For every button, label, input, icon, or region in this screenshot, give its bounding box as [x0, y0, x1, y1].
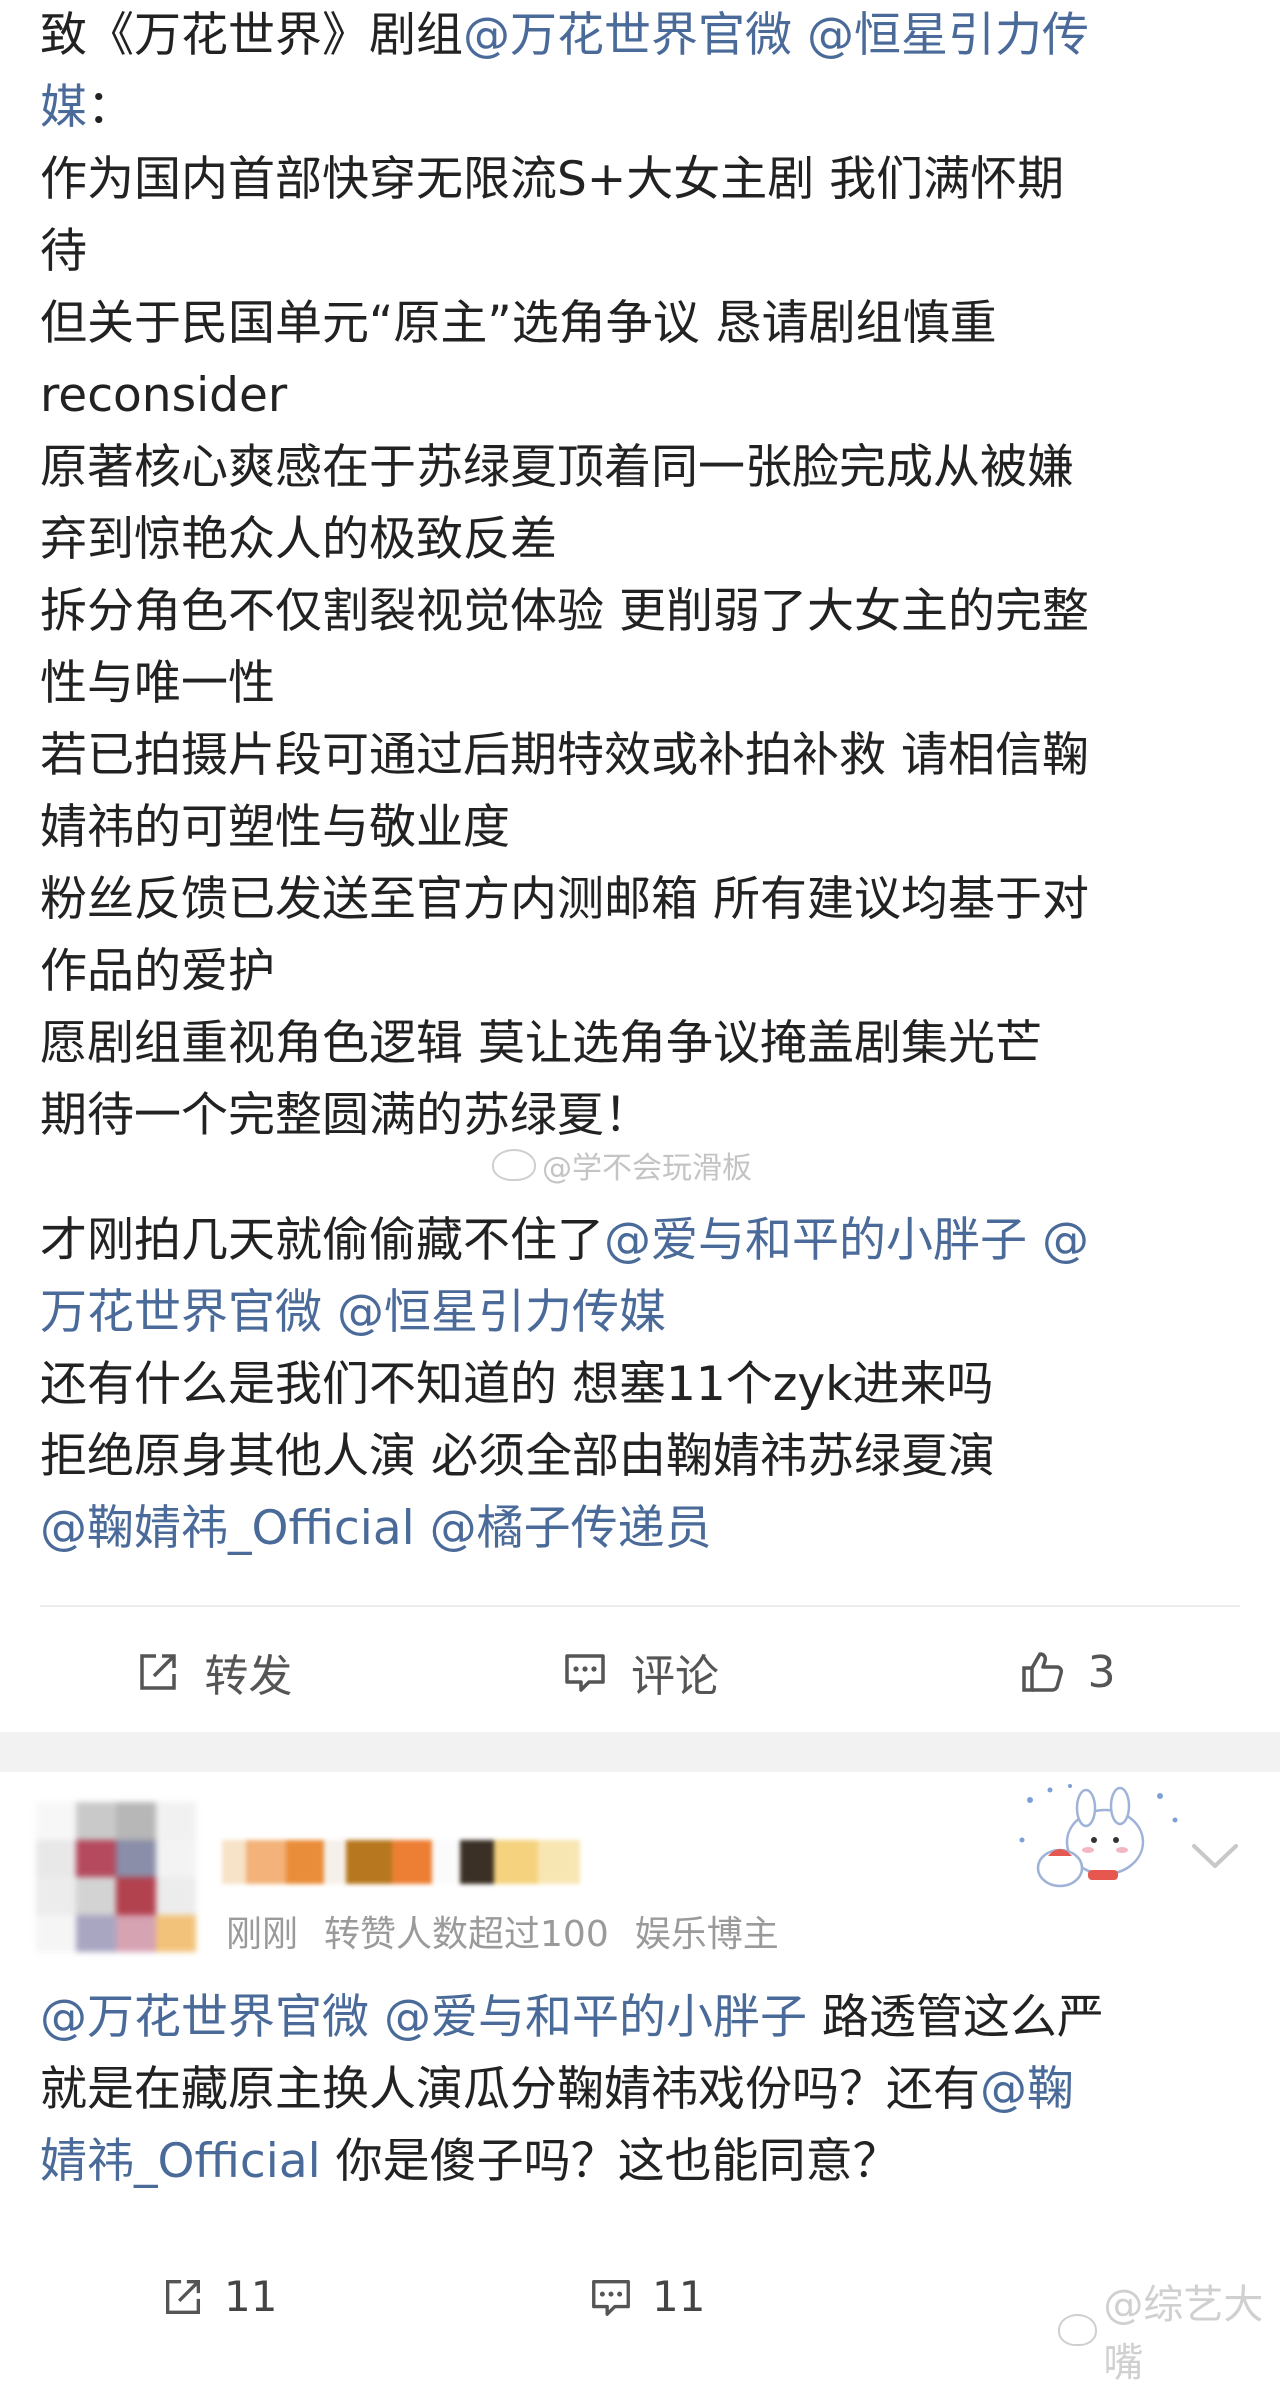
text-segment: 愿剧组重视角色逻辑 莫让选角争议掩盖剧集光芒 — [40, 1016, 1042, 1071]
divider — [40, 1605, 1240, 1607]
repost-label: 转发 — [204, 1651, 293, 1702]
text-line: 婧祎_Official 你是傻子吗？这也能同意？ — [40, 2126, 1250, 2198]
text-segment: 粉丝反馈已发送至官方内测邮箱 所有建议均基于对 — [40, 872, 1089, 927]
text-line: 媒： — [40, 72, 1250, 144]
text-line: 但关于民国单元“原主”选角争议 恳请剧组慎重 — [40, 288, 1250, 360]
like-button[interactable]: 3 — [853, 1622, 1280, 1722]
mention-link[interactable]: @万花世界官微 @爱与和平的小胖子 — [40, 1990, 807, 2045]
mention-link[interactable]: @万花世界官微 @恒星引力传 — [463, 8, 1089, 63]
comment-repost-count: 11 — [224, 2272, 278, 2321]
text-segment: 拆分角色不仅割裂视觉体验 更削弱了大女主的完整 — [40, 584, 1089, 639]
mention-link[interactable]: @爱与和平的小胖子 @ — [604, 1213, 1089, 1268]
comment-button[interactable]: 评论 — [427, 1622, 854, 1722]
text-line: 才刚拍几天就偷偷藏不住了@爱与和平的小胖子 @ — [40, 1205, 1250, 1277]
text-line: 拒绝原身其他人演 必须全部由鞠婧祎苏绿夏演 — [40, 1421, 1250, 1493]
text-segment: 原著核心爽感在于苏绿夏顶着同一张脸完成从被嫌 — [40, 440, 1074, 495]
post-body-paragraph-2: 才刚拍几天就偷偷藏不住了@爱与和平的小胖子 @ 万花世界官微 @恒星引力传媒还有什… — [40, 1205, 1250, 1565]
text-segment: 路透管这么严 — [806, 1990, 1104, 2045]
weibo-logo-icon — [1058, 2314, 1098, 2346]
text-line: 作为国内首部快穿无限流S+大女主剧 我们满怀期 — [40, 144, 1250, 216]
watermark: @学不会玩滑板 — [492, 1143, 752, 1187]
comment-label: 评论 — [631, 1651, 719, 1702]
text-segment: ： — [87, 80, 134, 135]
text-line: 还有什么是我们不知道的 想塞11个zyk进来吗 — [40, 1349, 1250, 1421]
comment-icon — [592, 2279, 630, 2316]
repost-icon — [165, 2279, 201, 2314]
text-segment: 期待一个完整圆满的苏绿夏！ — [40, 1088, 651, 1143]
text-segment: 作为国内首部快穿无限流S+大女主剧 我们满怀期 — [40, 152, 1065, 207]
text-line: 粉丝反馈已发送至官方内测邮箱 所有建议均基于对 — [40, 864, 1250, 936]
mention-link[interactable]: @鞠 — [980, 2062, 1074, 2117]
chevron-down-icon[interactable] — [1188, 1836, 1242, 1876]
post-action-bar: 转发 评论 3 — [0, 1622, 1280, 1722]
text-segment: 拒绝原身其他人演 必须全部由鞠婧祎苏绿夏演 — [40, 1429, 995, 1484]
card-separator — [0, 1732, 1280, 1772]
text-line: 待 — [40, 216, 1250, 288]
username-redacted[interactable] — [222, 1840, 582, 1884]
comment-reply-count: 11 — [652, 2272, 706, 2321]
text-segment: 但关于民国单元“原主”选角争议 恳请剧组慎重 — [40, 296, 997, 351]
repost-icon — [140, 1654, 177, 1690]
meta-time: 刚刚 — [226, 1914, 299, 1955]
mention-link[interactable]: @鞠婧祎_Official @橘子传递员 — [40, 1501, 712, 1556]
comment-card: 刚刚 转赞人数超过100 娱乐博主 @万花世界官微 @爱与和平的小胖子 路透管这… — [0, 1772, 1280, 2386]
text-segment: 还有什么是我们不知道的 想塞11个zyk进来吗 — [40, 1357, 994, 1412]
text-segment: 你是傻子吗？这也能同意？ — [320, 2134, 900, 2189]
text-line: 致《万花世界》剧组@万花世界官微 @恒星引力传 — [40, 0, 1250, 72]
text-segment: 婧祎的可塑性与敬业度 — [40, 800, 510, 855]
post-body-paragraph-1: 致《万花世界》剧组@万花世界官微 @恒星引力传 媒： 作为国内首部快穿无限流S+大女… — [40, 0, 1250, 1152]
text-line: 婧祎的可塑性与敬业度 — [40, 792, 1250, 864]
text-segment: 待 — [40, 224, 87, 279]
weibo-logo-icon — [492, 1149, 536, 1181]
text-segment: 才刚拍几天就偷偷藏不住了 — [40, 1213, 604, 1268]
like-icon — [1021, 1652, 1063, 1692]
text-line: reconsider — [40, 360, 1250, 432]
text-line: @万花世界官微 @爱与和平的小胖子 路透管这么严 — [40, 1982, 1250, 2054]
comment-body: @万花世界官微 @爱与和平的小胖子 路透管这么严 就是在藏原主换人演瓜分鞠婧祎戏份… — [40, 1982, 1250, 2198]
comment-reply-button[interactable]: 11 — [588, 2272, 705, 2321]
mention-link[interactable]: 媒 — [40, 80, 87, 135]
text-line: 拆分角色不仅割裂视觉体验 更削弱了大女主的完整 — [40, 576, 1250, 648]
text-segment: 性与唯一性 — [40, 656, 275, 711]
text-segment: 作品的爱护 — [40, 944, 275, 999]
text-segment: 就是在藏原主换人演瓜分鞠婧祎戏份吗？还有 — [40, 2062, 980, 2117]
comment-icon — [565, 1654, 605, 1692]
text-segment: 弃到惊艳众人的极致反差 — [40, 512, 557, 567]
text-line: 作品的爱护 — [40, 936, 1250, 1008]
mention-link[interactable]: 万花世界官微 @恒星引力传媒 — [40, 1285, 666, 1340]
text-segment: 致《万花世界》剧组 — [40, 8, 463, 63]
text-segment: reconsider — [40, 368, 288, 423]
text-line: @鞠婧祎_Official @橘子传递员 — [40, 1493, 1250, 1565]
corner-watermark-text: @综艺大嘴 — [1103, 2282, 1264, 2386]
text-line: 弃到惊艳众人的极致反差 — [40, 504, 1250, 576]
mention-link[interactable]: 婧祎_Official — [40, 2134, 321, 2189]
comment-repost-button[interactable]: 11 — [160, 2272, 277, 2321]
comment-meta: 刚刚 转赞人数超过100 娱乐博主 — [226, 1905, 779, 1957]
watermark-text: @学不会玩滑板 — [542, 1151, 752, 1186]
text-segment: 若已拍摄片段可通过后期特效或补拍补救 请相信鞠 — [40, 728, 1089, 783]
corner-watermark: @综艺大嘴 — [1058, 2272, 1280, 2388]
like-count: 3 — [1087, 1646, 1116, 1698]
avatar[interactable] — [36, 1802, 196, 1952]
text-line: 万花世界官微 @恒星引力传媒 — [40, 1277, 1250, 1349]
text-line: 原著核心爽感在于苏绿夏顶着同一张脸完成从被嫌 — [40, 432, 1250, 504]
meta-stats: 转赞人数超过100 — [324, 1914, 609, 1955]
decoration-sticker-icon — [1019, 1784, 1178, 1888]
text-line: 愿剧组重视角色逻辑 莫让选角争议掩盖剧集光芒 — [40, 1008, 1250, 1080]
meta-role: 娱乐博主 — [634, 1914, 779, 1955]
text-line: 期待一个完整圆满的苏绿夏！ — [40, 1080, 1250, 1152]
text-line: 性与唯一性 — [40, 648, 1250, 720]
text-line: 若已拍摄片段可通过后期特效或补拍补救 请相信鞠 — [40, 720, 1250, 792]
repost-button[interactable]: 转发 — [0, 1622, 427, 1722]
text-line: 就是在藏原主换人演瓜分鞠婧祎戏份吗？还有@鞠 — [40, 2054, 1250, 2126]
post-card: 致《万花世界》剧组@万花世界官微 @恒星引力传 媒： 作为国内首部快穿无限流S+大女… — [0, 0, 1280, 1732]
